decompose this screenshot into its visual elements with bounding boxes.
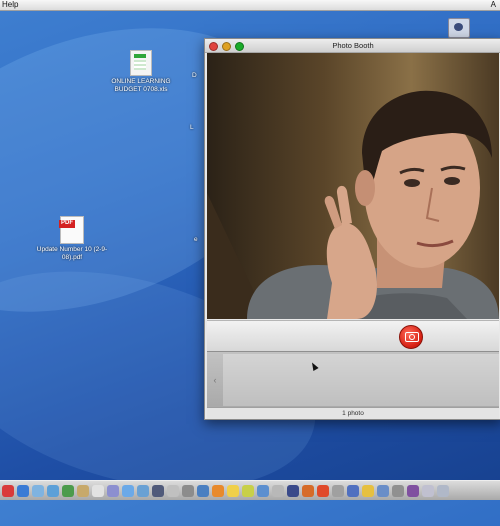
- webcam-image: [207, 53, 499, 319]
- minimize-window-button[interactable]: [222, 42, 232, 51]
- address-book-icon[interactable]: [77, 484, 89, 497]
- app-icon-28[interactable]: [407, 484, 419, 497]
- mail-icon[interactable]: [32, 484, 44, 497]
- desktop-partial-label: D: [192, 72, 197, 79]
- zoom-window-button[interactable]: [235, 42, 245, 51]
- itunes-icon[interactable]: [122, 484, 134, 497]
- menu-bar: Help A: [0, 0, 500, 11]
- menu-bar-right-glyph[interactable]: A: [491, 0, 496, 10]
- app-icon-17[interactable]: [242, 484, 254, 497]
- app-icon-15[interactable]: [212, 484, 224, 497]
- desktop-app-icon[interactable]: [448, 18, 470, 38]
- app-icon-19[interactable]: [272, 484, 284, 497]
- take-picture-button[interactable]: [399, 325, 423, 349]
- dashboard-icon[interactable]: [17, 484, 29, 497]
- preview-icon[interactable]: [107, 484, 119, 497]
- app-icon-27[interactable]: [392, 484, 404, 497]
- close-window-button[interactable]: [209, 42, 218, 51]
- photo-booth-window: Photo Booth ‹ 1 photo: [204, 38, 500, 420]
- iphoto-icon[interactable]: [137, 484, 149, 497]
- app-icon-20[interactable]: [287, 484, 299, 497]
- safari-icon[interactable]: [47, 484, 59, 497]
- garageband-icon[interactable]: [167, 484, 179, 497]
- app-icon-22[interactable]: [317, 484, 329, 497]
- photo-booth-controls: [207, 320, 499, 351]
- app-icon-21[interactable]: [302, 484, 314, 497]
- app-icon-26[interactable]: [377, 484, 389, 497]
- app-icon-16[interactable]: [227, 484, 239, 497]
- app-icon-23[interactable]: [332, 484, 344, 497]
- photo-strip[interactable]: [223, 354, 499, 406]
- dock: [0, 480, 500, 500]
- pdf-file-icon: PDF: [59, 216, 84, 244]
- pdf-badge: PDF: [59, 220, 75, 228]
- photo-count-status: 1 photo: [207, 407, 499, 419]
- tray-scroll-left-button[interactable]: ‹: [209, 372, 221, 388]
- app-icon-25[interactable]: [362, 484, 374, 497]
- trash-icon[interactable]: [437, 484, 449, 497]
- desktop-partial-label: L: [190, 124, 194, 131]
- system-preferences-icon[interactable]: [182, 484, 194, 497]
- photo-tray: ‹: [207, 351, 499, 408]
- ichat-icon[interactable]: [62, 484, 74, 497]
- desktop-partial-label: e: [194, 236, 198, 243]
- finder-icon[interactable]: [2, 484, 14, 497]
- desktop-file-xls[interactable]: ONLINE LEARNING BUDGET 0708.xls: [104, 50, 178, 93]
- menu-help[interactable]: Help: [2, 0, 18, 10]
- imovie-icon[interactable]: [152, 484, 164, 497]
- desktop-file-label: Update Number 10 (2-9-08).pdf: [36, 246, 108, 261]
- desktop-file-label: ONLINE LEARNING BUDGET 0708.xls: [111, 78, 171, 93]
- spreadsheet-file-icon: [130, 50, 152, 76]
- window-titlebar[interactable]: Photo Booth: [205, 39, 500, 53]
- app-icon-29[interactable]: [422, 484, 434, 497]
- ical-icon[interactable]: [92, 484, 104, 497]
- window-title: Photo Booth: [332, 41, 374, 50]
- app-icon-18[interactable]: [257, 484, 269, 497]
- desktop-file-pdf[interactable]: PDF Update Number 10 (2-9-08).pdf: [32, 216, 112, 261]
- app-icon-14[interactable]: [197, 484, 209, 497]
- app-icon-24[interactable]: [347, 484, 359, 497]
- camera-icon: [405, 332, 419, 342]
- camera-preview: [207, 53, 499, 319]
